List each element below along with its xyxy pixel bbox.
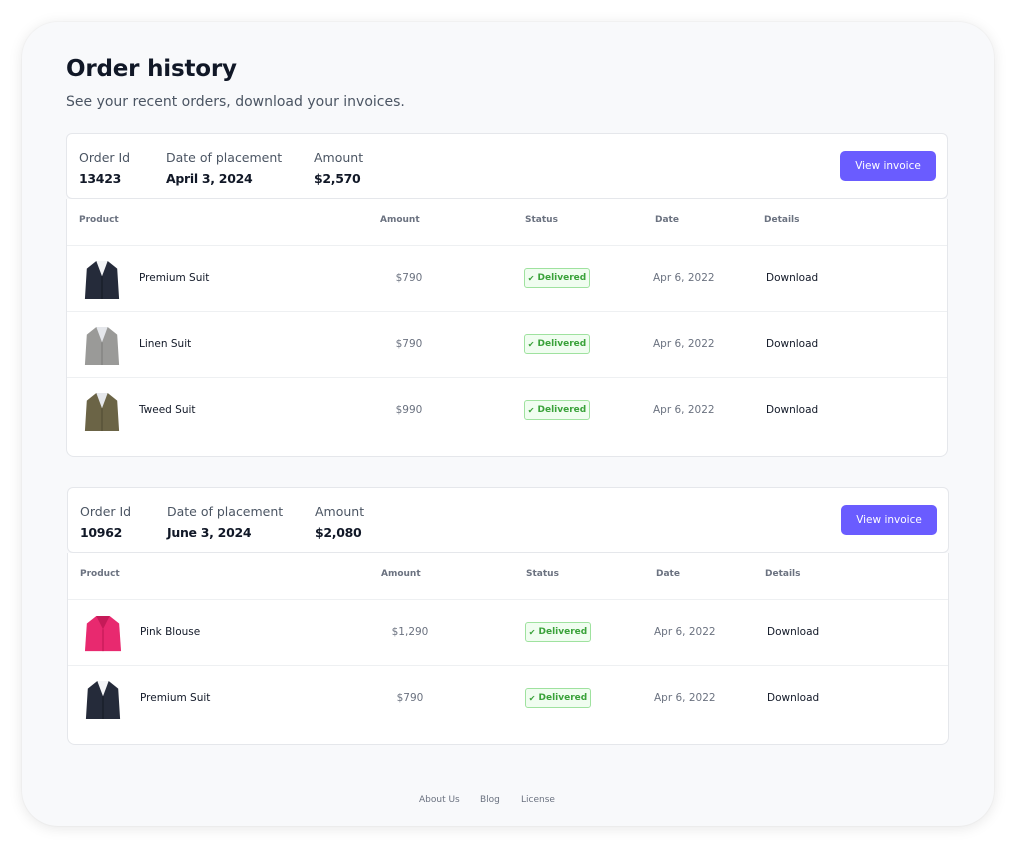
download-link[interactable]: Download xyxy=(767,626,819,638)
table-row: Pink Blouse $1,290 ✔ Delivered Apr 6, 202… xyxy=(68,600,948,666)
column-header-product: Product xyxy=(79,215,119,225)
order-id-group: Order Id 13423 xyxy=(79,150,130,186)
column-header-date: Date xyxy=(655,215,679,225)
column-header-product: Product xyxy=(80,569,120,579)
order-card: Order Id 13423 Date of placement April 3… xyxy=(66,133,948,457)
check-icon: ✔ xyxy=(527,405,535,415)
status-badge: ✔ Delivered xyxy=(525,688,591,708)
view-invoice-button[interactable]: View invoice xyxy=(841,505,937,535)
download-link[interactable]: Download xyxy=(767,692,819,704)
status-text: Delivered xyxy=(538,627,588,637)
download-link[interactable]: Download xyxy=(766,338,818,350)
column-header-status: Status xyxy=(525,215,558,225)
item-date: Apr 6, 2022 xyxy=(653,338,715,350)
item-date: Apr 6, 2022 xyxy=(653,404,715,416)
status-text: Delivered xyxy=(537,273,587,283)
order-amount-value: $2,570 xyxy=(314,171,361,186)
order-date-label: Date of placement xyxy=(167,504,284,519)
order-summary: Order Id 13423 Date of placement April 3… xyxy=(66,133,948,199)
product-name: Premium Suit xyxy=(139,272,210,284)
product-name: Linen Suit xyxy=(139,338,192,350)
order-date-value: April 3, 2024 xyxy=(166,171,253,186)
item-amount: $790 xyxy=(396,692,424,704)
column-header-date: Date xyxy=(656,569,680,579)
footer-link-license[interactable]: License xyxy=(521,795,555,805)
table-row: Premium Suit $790 ✔ Delivered Apr 6, 2022… xyxy=(67,246,947,312)
product-name: Tweed Suit xyxy=(139,404,196,416)
check-icon: ✔ xyxy=(527,273,535,283)
order-date-group: Date of placement June 3, 2024 xyxy=(167,504,283,540)
item-amount: $790 xyxy=(395,338,423,350)
item-date: Apr 6, 2022 xyxy=(654,626,716,638)
navy-suit-jacket-icon xyxy=(84,261,120,299)
navy-suit-jacket-icon xyxy=(85,681,121,719)
status-badge: ✔ Delivered xyxy=(524,400,590,420)
download-link[interactable]: Download xyxy=(766,404,818,416)
order-amount-label: Amount xyxy=(315,504,365,519)
item-amount: $790 xyxy=(395,272,423,284)
status-text: Delivered xyxy=(537,405,587,415)
order-amount-label: Amount xyxy=(314,150,364,165)
order-id-group: Order Id 10962 xyxy=(80,504,131,540)
table-row: Tweed Suit $990 ✔ Delivered Apr 6, 2022 D… xyxy=(67,378,947,444)
table-header-row: Product Amount Status Date Details xyxy=(68,553,948,600)
check-icon: ✔ xyxy=(528,627,536,637)
order-items-table: Product Amount Status Date Details Pink … xyxy=(67,553,949,745)
column-header-details: Details xyxy=(764,215,800,225)
table-row: Premium Suit $790 ✔ Delivered Apr 6, 2022… xyxy=(68,666,948,732)
order-id-label: Order Id xyxy=(80,504,132,519)
status-text: Delivered xyxy=(538,693,588,703)
footer-link-blog[interactable]: Blog xyxy=(480,795,500,805)
order-amount-group: Amount $2,080 xyxy=(315,504,364,540)
column-header-amount: Amount xyxy=(380,215,420,225)
product-name: Pink Blouse xyxy=(140,626,201,638)
order-amount-value: $2,080 xyxy=(315,525,362,540)
footer: About Us Blog License xyxy=(0,795,1016,809)
view-invoice-button[interactable]: View invoice xyxy=(840,151,936,181)
table-header-row: Product Amount Status Date Details xyxy=(67,199,947,246)
check-icon: ✔ xyxy=(528,693,536,703)
item-amount: $990 xyxy=(395,404,423,416)
table-row: Linen Suit $790 ✔ Delivered Apr 6, 2022 D… xyxy=(67,312,947,378)
status-badge: ✔ Delivered xyxy=(524,334,590,354)
pink-blazer-icon xyxy=(84,615,122,652)
item-amount: $1,290 xyxy=(391,626,429,638)
page-title: Order history xyxy=(66,56,237,82)
olive-suit-jacket-icon xyxy=(84,393,120,431)
order-card: Order Id 10962 Date of placement June 3,… xyxy=(67,487,949,745)
order-id-value: 13423 xyxy=(79,171,121,186)
status-badge: ✔ Delivered xyxy=(524,268,590,288)
order-amount-group: Amount $2,570 xyxy=(314,150,363,186)
column-header-amount: Amount xyxy=(381,569,421,579)
column-header-status: Status xyxy=(526,569,559,579)
product-name: Premium Suit xyxy=(140,692,211,704)
download-link[interactable]: Download xyxy=(766,272,818,284)
order-id-label: Order Id xyxy=(79,150,131,165)
order-date-value: June 3, 2024 xyxy=(167,525,252,540)
item-date: Apr 6, 2022 xyxy=(653,272,715,284)
grey-suit-jacket-icon xyxy=(84,327,120,365)
order-date-group: Date of placement April 3, 2024 xyxy=(166,150,282,186)
column-header-details: Details xyxy=(765,569,801,579)
item-date: Apr 6, 2022 xyxy=(654,692,716,704)
order-summary: Order Id 10962 Date of placement June 3,… xyxy=(67,487,949,553)
status-text: Delivered xyxy=(537,339,587,349)
page-subtitle: See your recent orders, download your in… xyxy=(66,94,405,110)
footer-link-about-us[interactable]: About Us xyxy=(419,795,460,805)
order-items-table: Product Amount Status Date Details Premi… xyxy=(66,199,948,457)
order-id-value: 10962 xyxy=(80,525,122,540)
order-date-label: Date of placement xyxy=(166,150,283,165)
check-icon: ✔ xyxy=(527,339,535,349)
status-badge: ✔ Delivered xyxy=(525,622,591,642)
